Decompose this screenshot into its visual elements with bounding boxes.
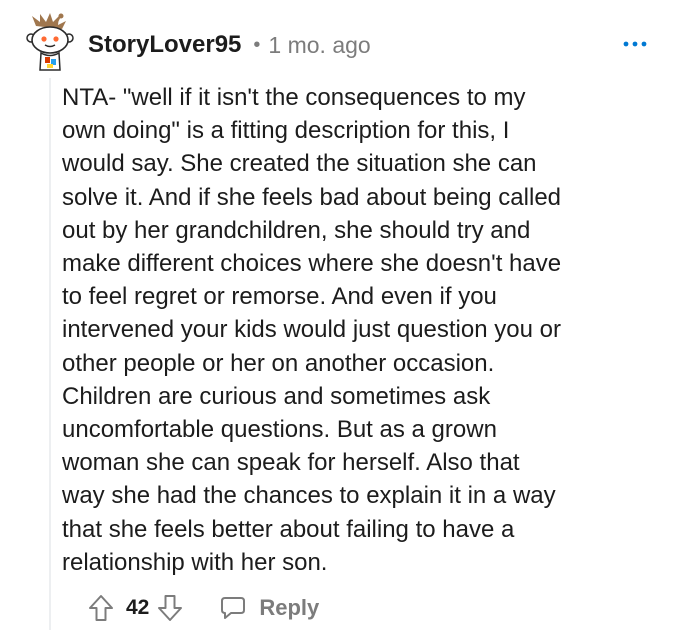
comment-body-line: that she feels better about failing to h…	[62, 515, 515, 543]
user-avatar[interactable]	[26, 12, 74, 72]
speech-bubble-icon	[221, 597, 246, 619]
upvote-button[interactable]	[86, 593, 116, 623]
comment-body-line: intervened your kids would just question…	[62, 316, 561, 344]
comment-body-line: own doing" is a fitting description for …	[62, 117, 510, 145]
comment-body-line: NTA- "well if it isn't the consequences …	[62, 84, 526, 111]
more-horizontal-icon[interactable]	[620, 36, 650, 52]
comment-body-line: solve it. And if she feels bad about bei…	[62, 183, 562, 211]
comment-body-line: would say. She created the situation she…	[62, 150, 537, 178]
downvote-button[interactable]	[155, 593, 185, 623]
reply-label: Reply	[259, 595, 320, 620]
comment-body-line: make different choices where she doesn't…	[62, 250, 562, 278]
comment-body-line: other people or her on another occasion.	[62, 349, 495, 377]
upvote-arrow-icon	[89, 595, 113, 621]
username[interactable]: StoryLover95	[88, 31, 241, 59]
comment-body: NTA- "well if it isn't the consequences …	[62, 81, 672, 579]
comment-header: StoryLover95 • 1 mo. ago	[88, 28, 371, 62]
timestamp[interactable]: 1 mo. ago	[268, 32, 370, 59]
reply-button[interactable]: Reply	[219, 595, 319, 621]
thread-line[interactable]	[49, 78, 51, 630]
comment-body-line: way she had the chances to explain it in…	[62, 482, 556, 510]
comment-body-line: uncomfortable questions. But as a grown	[62, 416, 497, 444]
comment-actions: 42 Reply	[86, 590, 319, 626]
downvote-arrow-icon	[158, 595, 183, 621]
comment-body-line: Children are curious and sometimes ask	[62, 382, 491, 410]
separator-dot: •	[253, 33, 261, 56]
comment-body-line: woman she can speak for herself. Also th…	[62, 449, 520, 477]
comment-body-line: out by her grandchildren, she should try…	[62, 216, 531, 244]
vote-score: 42	[126, 596, 150, 619]
comment: StoryLover95 • 1 mo. ago NTA- "well if i…	[0, 0, 700, 630]
comment-body-line: to feel regret or remorse. And even if y…	[62, 283, 497, 311]
comment-body-line: relationship with her son.	[62, 548, 328, 576]
